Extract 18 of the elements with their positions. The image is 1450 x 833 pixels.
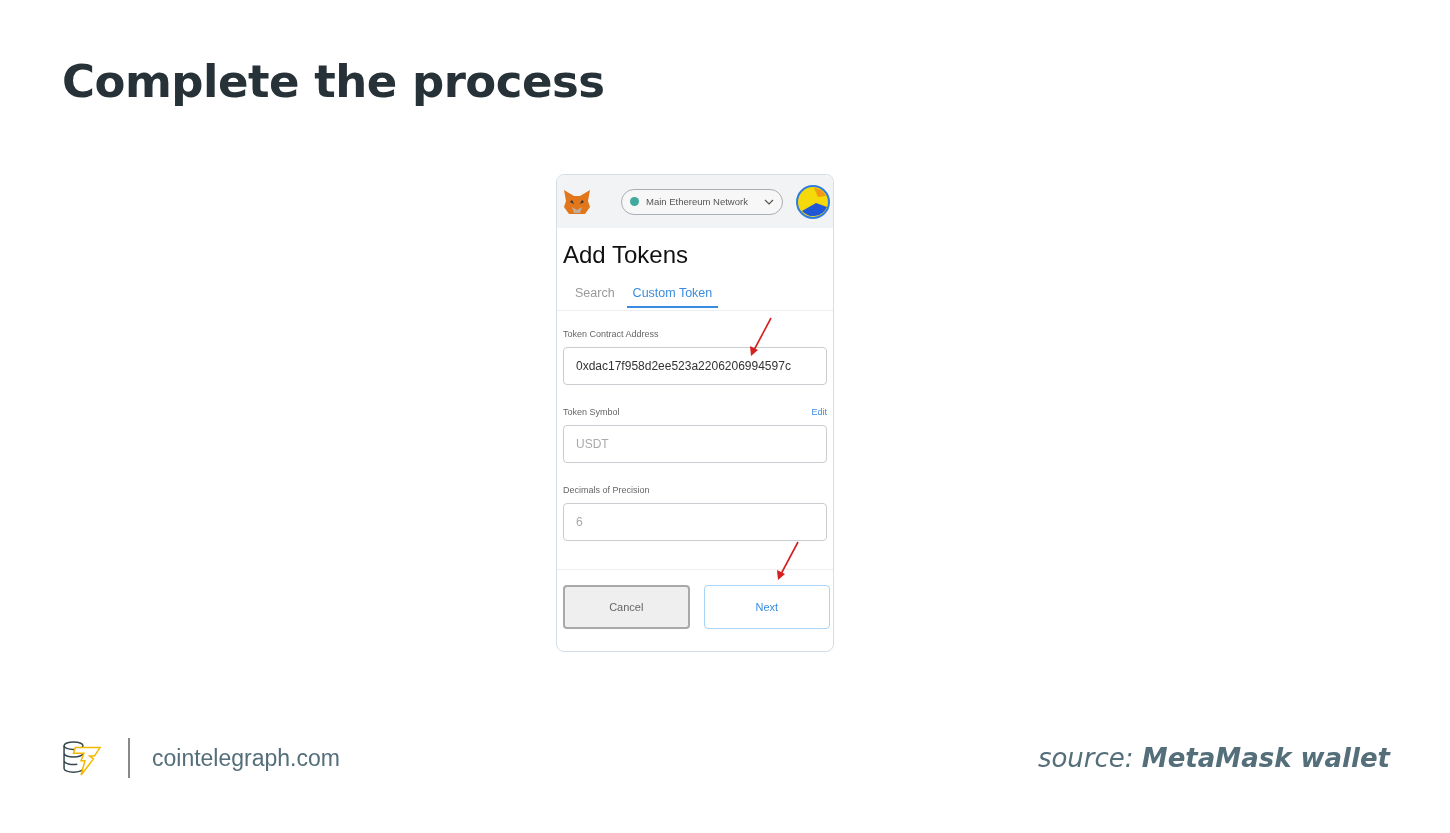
site-name: cointelegraph.com bbox=[152, 744, 340, 772]
fox-icon bbox=[563, 188, 591, 215]
action-button[interactable]: Cancel bbox=[563, 585, 690, 629]
network-selector[interactable]: Main Ethereum Network bbox=[621, 188, 783, 215]
slide-title: Complete the process bbox=[62, 54, 606, 110]
field-label: Token Symbol bbox=[563, 407, 620, 417]
chevron-icon bbox=[764, 198, 774, 205]
source-caption: source: MetaMask wallet bbox=[1037, 743, 1390, 773]
page-heading: Add Tokens bbox=[563, 240, 689, 270]
action-button[interactable]: Next bbox=[703, 585, 830, 629]
logo-icon bbox=[62, 740, 104, 776]
tab[interactable]: Custom Token bbox=[626, 284, 719, 308]
input-field[interactable]: 0xdac17f958d2ee523a2206206994597c bbox=[563, 347, 827, 385]
field-label: Decimals of Precision bbox=[563, 485, 650, 495]
field-label: Token Contract Address bbox=[563, 329, 659, 339]
tab[interactable]: Search bbox=[569, 284, 621, 308]
network-name: Main Ethereum Network bbox=[646, 196, 748, 207]
account-avatar[interactable] bbox=[796, 184, 830, 219]
